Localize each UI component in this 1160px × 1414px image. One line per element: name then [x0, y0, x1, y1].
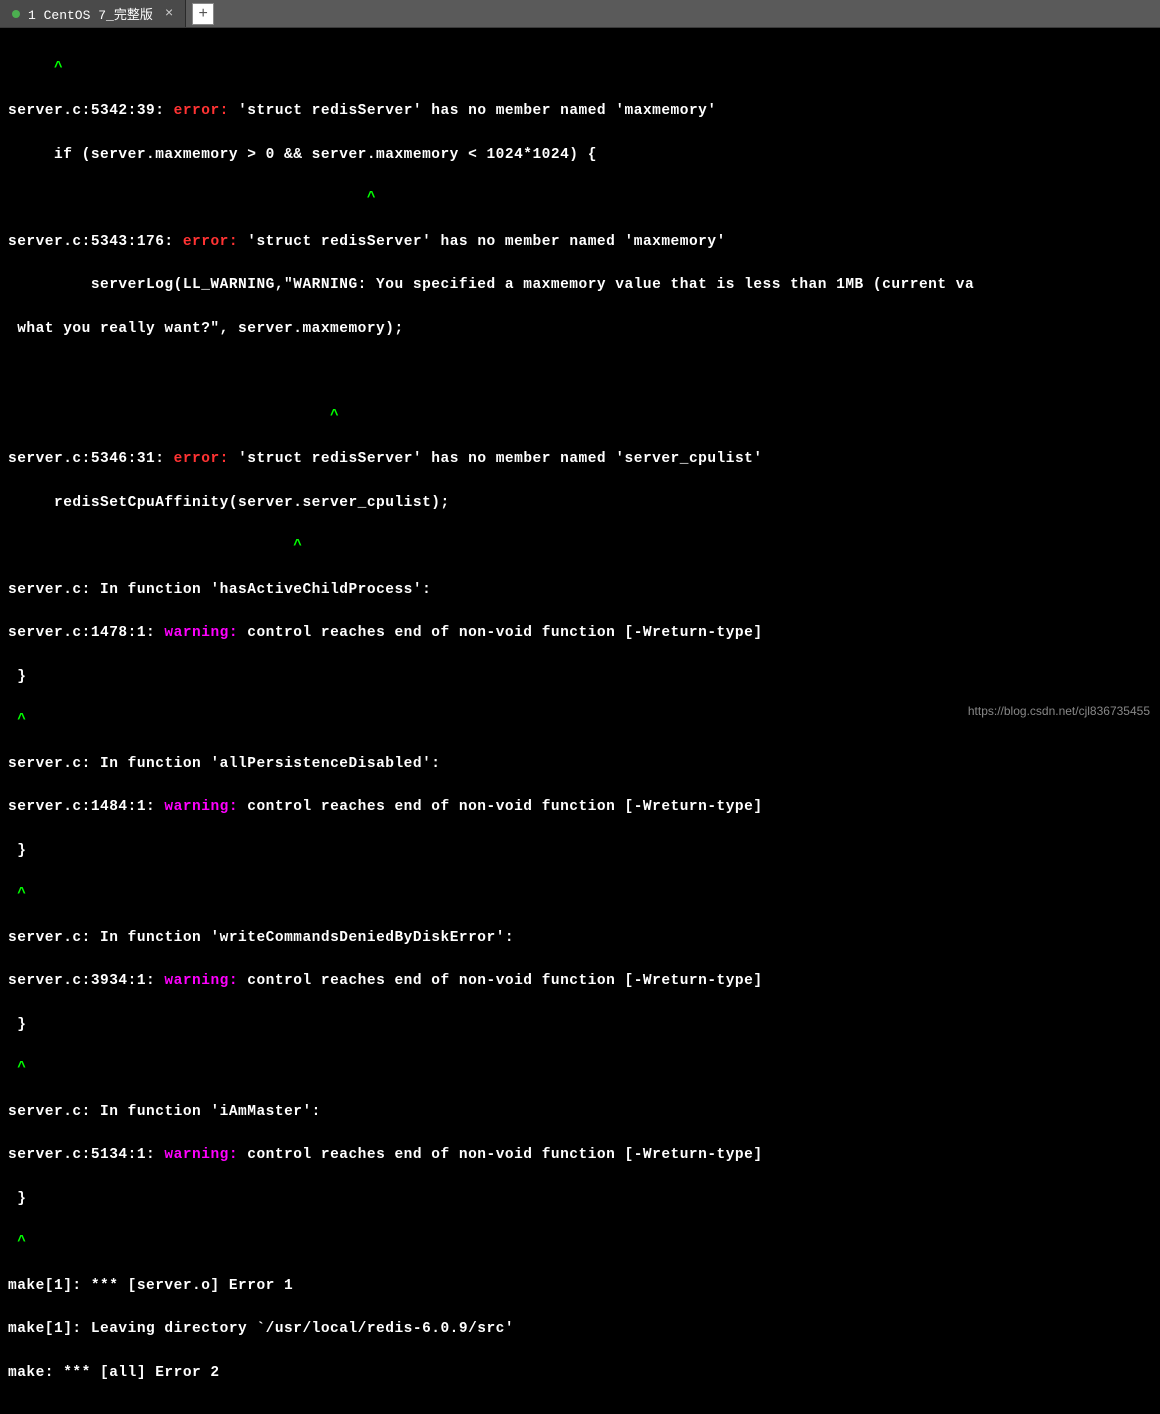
- error-location: server.c:5346:31:: [8, 451, 164, 467]
- code-line: redisSetCpuAffinity(server.server_cpulis…: [8, 493, 1152, 515]
- caret-indicator: ^: [8, 60, 63, 76]
- watermark: https://blog.csdn.net/cjl836735455: [968, 704, 1150, 718]
- function-text: In function ': [91, 756, 220, 772]
- function-text: ':: [496, 930, 514, 946]
- error-text: ': [238, 103, 247, 119]
- error-text: ' has no member named ': [413, 451, 625, 467]
- error-member: server_cpulist: [625, 451, 754, 467]
- function-text: ':: [302, 1104, 320, 1120]
- error-member: maxmemory: [625, 103, 708, 119]
- error-label: error:: [164, 451, 238, 467]
- file-location: server.c:: [8, 1104, 91, 1120]
- make-output: make[1]: Leaving directory `/usr/local/r…: [8, 1319, 1152, 1341]
- error-text: ' has no member named ': [413, 103, 625, 119]
- caret-indicator: ^: [8, 884, 1152, 906]
- function-name: hasActiveChildProcess: [220, 582, 413, 598]
- warning-text: control reaches end of non-void function…: [247, 1147, 762, 1163]
- code-line: serverLog(LL_WARNING,"WARNING: You speci…: [8, 275, 1152, 297]
- warning-label: warning:: [155, 625, 247, 641]
- function-text: In function ': [91, 582, 220, 598]
- function-text: ':: [422, 756, 440, 772]
- warning-label: warning:: [155, 799, 247, 815]
- warning-location: server.c:1478:1:: [8, 625, 155, 641]
- code-line: }: [8, 841, 1152, 863]
- warning-label: warning:: [155, 973, 247, 989]
- warning-location: server.c:3934:1:: [8, 973, 155, 989]
- tab-centos[interactable]: 1 CentOS 7_完整版 ×: [0, 0, 186, 27]
- error-location: server.c:5343:176:: [8, 234, 174, 250]
- add-tab-button[interactable]: +: [192, 3, 214, 25]
- code-line: what you really want?", server.maxmemory…: [8, 319, 1152, 341]
- caret-indicator: ^: [8, 1232, 1152, 1254]
- error-text: ' has no member named ': [422, 234, 634, 250]
- warning-label: warning:: [155, 1147, 247, 1163]
- code-line: }: [8, 667, 1152, 689]
- error-text: ': [238, 451, 247, 467]
- error-member: maxmemory: [634, 234, 717, 250]
- function-name: writeCommandsDeniedByDiskError: [220, 930, 496, 946]
- error-text: ': [753, 451, 762, 467]
- function-text: ':: [413, 582, 431, 598]
- error-label: error:: [174, 234, 248, 250]
- caret-indicator: ^: [8, 188, 1152, 210]
- error-struct: struct redisServer: [256, 234, 422, 250]
- code-line: }: [8, 1015, 1152, 1037]
- file-location: server.c:: [8, 756, 91, 772]
- caret-indicator: ^: [8, 536, 1152, 558]
- function-text: In function ': [91, 930, 220, 946]
- error-struct: struct redisServer: [247, 103, 413, 119]
- make-output: make: *** [all] Error 2: [8, 1363, 1152, 1385]
- error-location: server.c:5342:39:: [8, 103, 164, 119]
- tab-bar: 1 CentOS 7_完整版 × +: [0, 0, 1160, 28]
- warning-text: control reaches end of non-void function…: [247, 799, 762, 815]
- warning-text: control reaches end of non-void function…: [247, 625, 762, 641]
- tab-title: 1 CentOS 7_完整版: [28, 4, 153, 23]
- close-icon[interactable]: ×: [165, 6, 173, 22]
- function-text: In function ': [91, 1104, 220, 1120]
- code-line: }: [8, 1189, 1152, 1211]
- warning-location: server.c:1484:1:: [8, 799, 155, 815]
- error-text: ': [717, 234, 726, 250]
- terminal-output: ^ server.c:5342:39: error: 'struct redis…: [0, 28, 1160, 1414]
- function-name: iAmMaster: [220, 1104, 303, 1120]
- caret-indicator: ^: [8, 406, 1152, 428]
- code-line: if (server.maxmemory > 0 && server.maxme…: [8, 145, 1152, 167]
- file-location: server.c:: [8, 582, 91, 598]
- function-name: allPersistenceDisabled: [220, 756, 422, 772]
- warning-location: server.c:5134:1:: [8, 1147, 155, 1163]
- error-label: error:: [164, 103, 238, 119]
- make-output: make[1]: *** [server.o] Error 1: [8, 1276, 1152, 1298]
- file-location: server.c:: [8, 930, 91, 946]
- warning-text: control reaches end of non-void function…: [247, 973, 762, 989]
- tab-status-dot: [12, 10, 20, 18]
- error-struct: struct redisServer: [247, 451, 413, 467]
- error-text: ': [707, 103, 716, 119]
- caret-indicator: ^: [8, 1058, 1152, 1080]
